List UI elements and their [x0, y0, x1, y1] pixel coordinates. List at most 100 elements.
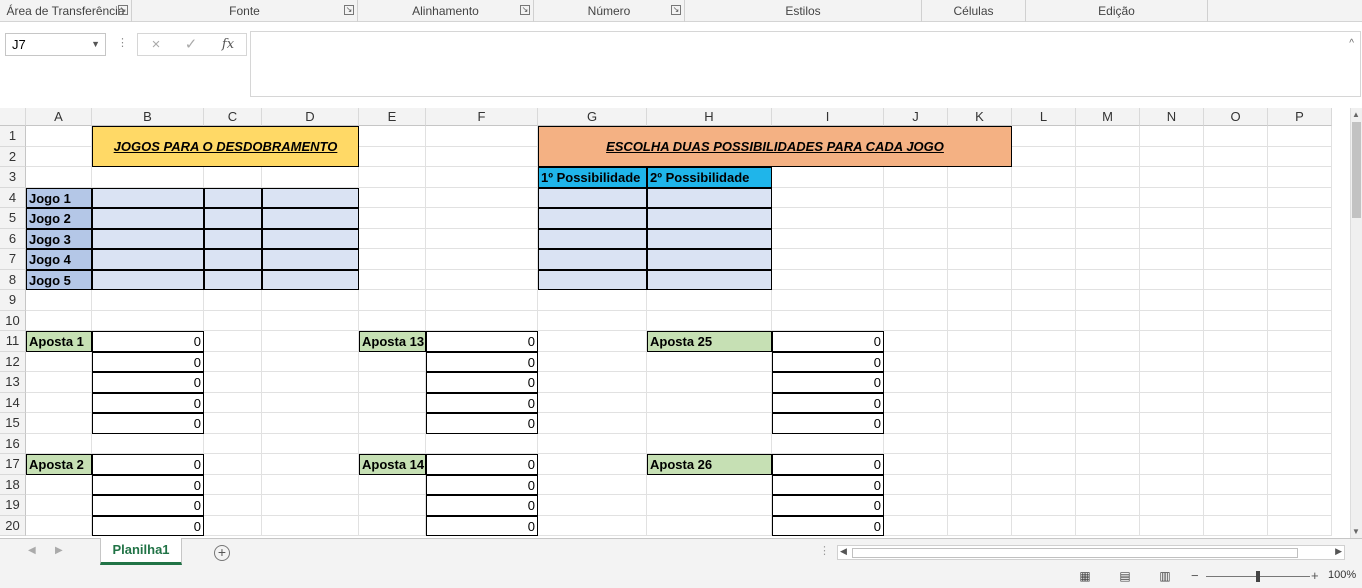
- scroll-up-icon[interactable]: ▲: [1352, 110, 1360, 119]
- jogo-input-d[interactable]: [262, 228, 359, 249]
- aposta-value[interactable]: 0: [92, 515, 204, 536]
- dialog-launcher-icon[interactable]: ↘: [671, 5, 681, 15]
- column-header[interactable]: O: [1204, 108, 1268, 126]
- horizontal-scrollbar[interactable]: ◀ ▶: [837, 545, 1345, 560]
- chevron-down-icon[interactable]: ▼: [91, 34, 100, 55]
- aposta-value[interactable]: 0: [92, 474, 204, 495]
- aposta-value[interactable]: 0: [772, 495, 884, 516]
- possibilidade-1-input[interactable]: [538, 269, 647, 290]
- column-header[interactable]: N: [1140, 108, 1204, 126]
- column-header[interactable]: B: [92, 108, 204, 126]
- aposta-value[interactable]: 0: [92, 392, 204, 413]
- column-header[interactable]: M: [1076, 108, 1140, 126]
- aposta-value[interactable]: 0: [426, 495, 538, 516]
- row-header[interactable]: 9: [0, 290, 26, 311]
- row-header[interactable]: 16: [0, 433, 26, 454]
- aposta-value[interactable]: 0: [426, 454, 538, 475]
- row-header[interactable]: 18: [0, 474, 26, 495]
- column-header[interactable]: E: [359, 108, 426, 126]
- aposta-value[interactable]: 0: [426, 351, 538, 372]
- column-header[interactable]: I: [772, 108, 884, 126]
- column-header[interactable]: D: [262, 108, 359, 126]
- aposta-value[interactable]: 0: [426, 331, 538, 352]
- zoom-slider-thumb[interactable]: [1256, 571, 1260, 582]
- column-header[interactable]: P: [1268, 108, 1332, 126]
- vertical-scroll-thumb[interactable]: [1352, 122, 1361, 218]
- aposta-value[interactable]: 0: [426, 372, 538, 393]
- tab-planilha1[interactable]: Planilha1: [100, 538, 182, 565]
- jogo-input-d[interactable]: [262, 187, 359, 208]
- aposta-value[interactable]: 0: [426, 413, 538, 434]
- row-header[interactable]: 12: [0, 351, 26, 372]
- jogo-input-d[interactable]: [262, 208, 359, 229]
- row-header[interactable]: 5: [0, 208, 26, 229]
- name-box[interactable]: J7 ▼: [5, 33, 106, 56]
- aposta-value[interactable]: 0: [772, 372, 884, 393]
- scroll-right-icon[interactable]: ▶: [1335, 546, 1342, 557]
- jogo-input-b[interactable]: [92, 269, 204, 290]
- column-header[interactable]: L: [1012, 108, 1076, 126]
- row-header[interactable]: 3: [0, 167, 26, 188]
- vertical-scrollbar[interactable]: ▲ ▼: [1350, 108, 1362, 538]
- row-header[interactable]: 20: [0, 515, 26, 536]
- aposta-value[interactable]: 0: [426, 392, 538, 413]
- tab-prev-icon[interactable]: ◀: [28, 545, 36, 556]
- title-escolha-possibilidades[interactable]: ESCOLHA DUAS POSSIBILIDADES PARA CADA JO…: [538, 126, 1012, 167]
- aposta-value[interactable]: 0: [772, 515, 884, 536]
- worksheet-grid[interactable]: A B C D E F G H I J K L M N O P 1 2 3 4 5 6 7 8 9 10 11 12 13 14 15 16 1…: [0, 108, 1350, 538]
- row-header[interactable]: 19: [0, 495, 26, 516]
- page-break-view-icon[interactable]: ▥: [1156, 569, 1174, 584]
- dialog-launcher-icon[interactable]: ↘: [520, 5, 530, 15]
- row-header[interactable]: 1: [0, 126, 26, 147]
- scroll-down-icon[interactable]: ▼: [1352, 527, 1360, 536]
- jogo-input-c[interactable]: [204, 269, 262, 290]
- column-header[interactable]: A: [26, 108, 92, 126]
- normal-view-icon[interactable]: ▦: [1076, 569, 1094, 584]
- page-layout-view-icon[interactable]: ▤: [1116, 569, 1134, 584]
- jogo-input-b[interactable]: [92, 228, 204, 249]
- aposta-value[interactable]: 0: [772, 474, 884, 495]
- add-sheet-icon[interactable]: +: [214, 545, 230, 561]
- row-header[interactable]: 8: [0, 269, 26, 290]
- jogo-input-b[interactable]: [92, 187, 204, 208]
- aposta-value[interactable]: 0: [92, 454, 204, 475]
- possibilidade-2-input[interactable]: [647, 187, 772, 208]
- possibilidade-2-input[interactable]: [647, 208, 772, 229]
- jogo-input-c[interactable]: [204, 187, 262, 208]
- column-header[interactable]: H: [647, 108, 772, 126]
- more-options-icon[interactable]: ⋮: [117, 36, 128, 49]
- column-header[interactable]: C: [204, 108, 262, 126]
- formula-input[interactable]: ^: [250, 31, 1361, 97]
- row-header[interactable]: 14: [0, 392, 26, 413]
- column-header[interactable]: K: [948, 108, 1012, 126]
- header-1a-possibilidade[interactable]: 1º Possibilidade: [538, 167, 647, 188]
- row-header[interactable]: 6: [0, 228, 26, 249]
- possibilidade-1-input[interactable]: [538, 187, 647, 208]
- row-header[interactable]: 13: [0, 372, 26, 393]
- select-all-corner[interactable]: [0, 108, 26, 126]
- dialog-launcher-icon[interactable]: ↘: [118, 5, 128, 15]
- horizontal-scroll-thumb[interactable]: [852, 548, 1298, 558]
- row-header[interactable]: 10: [0, 310, 26, 331]
- column-header[interactable]: F: [426, 108, 538, 126]
- jogo-input-d[interactable]: [262, 249, 359, 270]
- cancel-icon[interactable]: ×: [141, 34, 171, 55]
- jogo-input-b[interactable]: [92, 249, 204, 270]
- collapse-formula-bar-icon[interactable]: ^: [1349, 38, 1354, 49]
- aposta-value[interactable]: 0: [92, 351, 204, 372]
- possibilidade-2-input[interactable]: [647, 228, 772, 249]
- jogo-input-b[interactable]: [92, 208, 204, 229]
- tab-next-icon[interactable]: ▶: [55, 545, 63, 556]
- aposta-value[interactable]: 0: [92, 495, 204, 516]
- jogo-input-d[interactable]: [262, 269, 359, 290]
- splitter-icon[interactable]: ⋮: [819, 544, 830, 557]
- possibilidade-2-input[interactable]: [647, 249, 772, 270]
- header-2a-possibilidade[interactable]: 2º Possibilidade: [647, 167, 772, 188]
- column-header[interactable]: J: [884, 108, 948, 126]
- aposta-value[interactable]: 0: [426, 515, 538, 536]
- title-jogos-desdobramento[interactable]: JOGOS PARA O DESDOBRAMENTO: [92, 126, 359, 167]
- possibilidade-1-input[interactable]: [538, 228, 647, 249]
- enter-icon[interactable]: ✓: [176, 34, 206, 55]
- row-header[interactable]: 2: [0, 146, 26, 167]
- row-header[interactable]: 7: [0, 249, 26, 270]
